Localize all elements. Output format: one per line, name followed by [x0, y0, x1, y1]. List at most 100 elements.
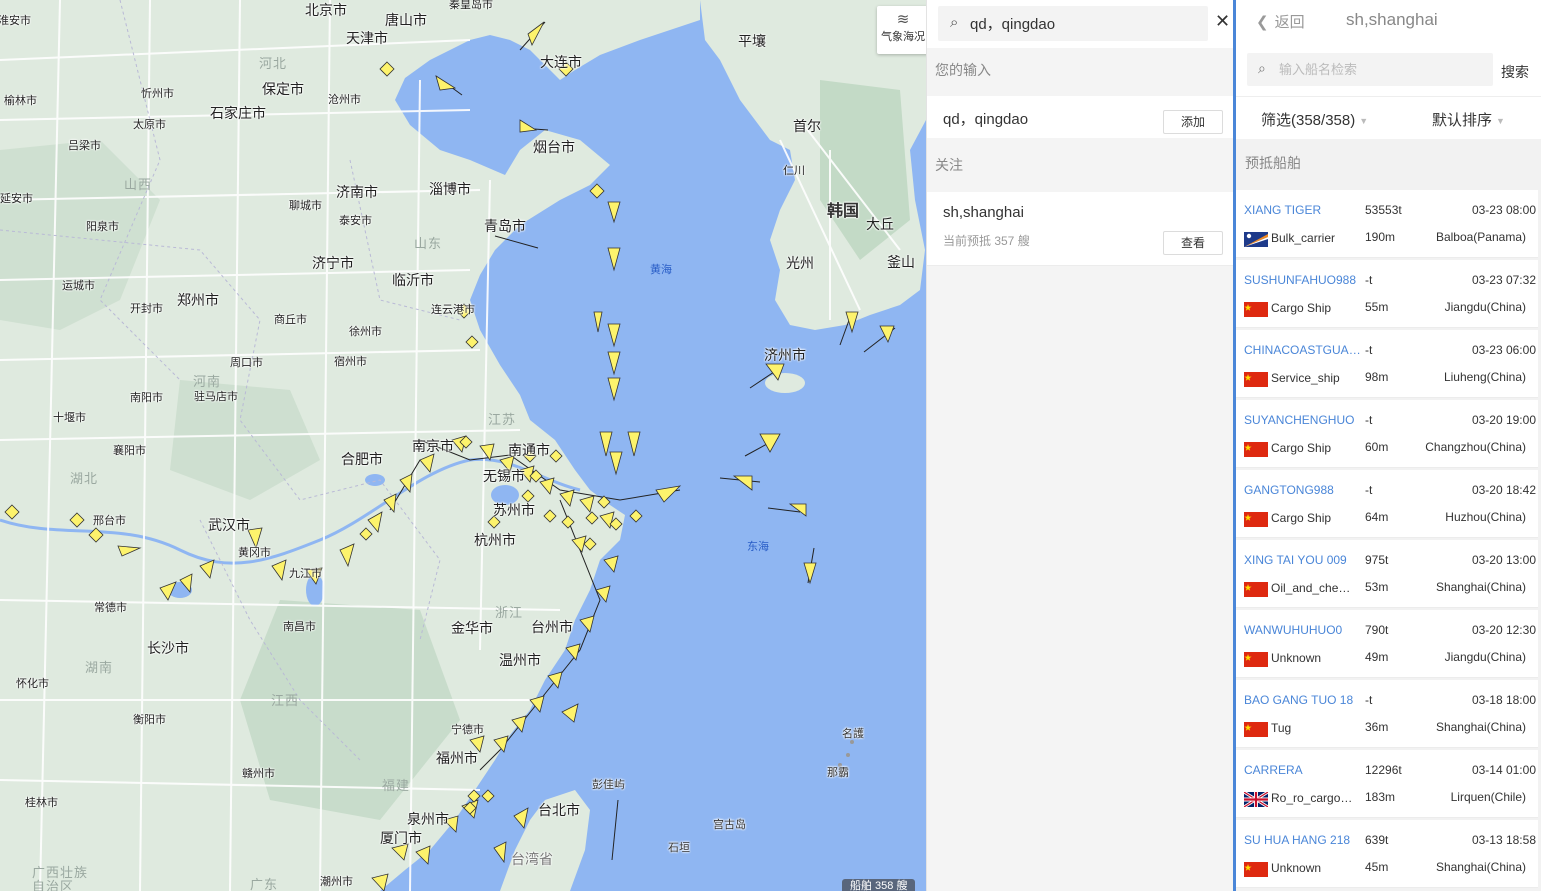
- map-label-city: 泰安市: [339, 215, 372, 227]
- follow-item-card[interactable]: sh,shanghai 当前预抵 357 艘 查看: [927, 192, 1234, 266]
- ship-name-link[interactable]: XING TAI YOU 009: [1244, 553, 1362, 567]
- back-button[interactable]: ❮ 返回: [1256, 11, 1305, 32]
- ship-search-input[interactable]: [1279, 53, 1489, 86]
- ship-eta: 03-23 08:00: [1471, 203, 1536, 217]
- map-label-city: 衡阳市: [133, 714, 166, 726]
- ship-eta: 03-20 12:30: [1471, 623, 1536, 637]
- ship-type: Oil_and_chemical: [1271, 581, 1359, 595]
- ship-row[interactable]: GANGTONG988 -t 03-20 18:42 Cargo Ship 64m Huz…: [1236, 470, 1538, 538]
- map-label-city: 九江市: [289, 568, 322, 580]
- china-flag-icon: [1244, 652, 1268, 667]
- back-label: 返回: [1274, 14, 1305, 31]
- ship-row[interactable]: WANWUHUHUO0 790t 03-20 12:30 Unknown 49m Jian…: [1236, 610, 1538, 678]
- ship-name-link[interactable]: SU HUA HANG 218: [1244, 833, 1362, 847]
- ship-eta: 03-20 13:00: [1471, 553, 1536, 567]
- map-label-city: 杭州市: [474, 532, 516, 548]
- port-search-box[interactable]: ⌕: [938, 6, 1208, 41]
- filter-label: 筛选(358/358): [1261, 112, 1356, 129]
- map-label-city: 桂林市: [25, 797, 58, 809]
- ship-eta: 03-20 18:42: [1471, 483, 1536, 497]
- map-label-province: 浙江: [495, 605, 524, 620]
- map-view[interactable]: 韩国 黄海 东海 河北 山西 山东 江苏 河南 湖北 湖南 江西 浙江 福建 广…: [0, 0, 926, 891]
- ship-name-link[interactable]: GANGTONG988: [1244, 483, 1362, 497]
- ship-count-badge: 船舶 358 艘: [842, 879, 916, 891]
- ship-name-link[interactable]: WANWUHUHUO0: [1244, 623, 1362, 637]
- ship-row[interactable]: SU HUA HANG 218 639t 03-13 18:58 Unknown 45m…: [1236, 820, 1538, 888]
- your-input-heading: 您的输入: [935, 62, 991, 78]
- china-flag-icon: [1244, 512, 1268, 527]
- map-label-city: 长沙市: [147, 640, 189, 656]
- map-label-city: 邢台市: [93, 515, 126, 527]
- ship-last-port: Lirquen(Chile): [1450, 790, 1526, 804]
- weather-button[interactable]: ≋ 气象海况: [877, 6, 926, 54]
- ship-last-port: Liuheng(China): [1443, 370, 1526, 384]
- sort-dropdown[interactable]: 默认排序 ▼: [1432, 109, 1505, 130]
- map-label-city: 阳泉市: [86, 221, 119, 233]
- ship-last-port: Shanghai(China): [1435, 720, 1526, 734]
- map-label-city: 十堰市: [53, 412, 86, 424]
- search-button[interactable]: 搜索: [1501, 62, 1529, 82]
- map-label-city: 郑州市: [177, 292, 219, 308]
- map-label-city: 宫古岛: [713, 819, 746, 831]
- ship-name-link[interactable]: BAO GANG TUO 18: [1244, 693, 1362, 707]
- filter-bar: 筛选(358/358) ▼ 默认排序 ▼: [1236, 96, 1541, 139]
- caret-down-icon: ▼: [1496, 116, 1505, 127]
- map-label-city: 仁川: [783, 165, 805, 177]
- ship-row[interactable]: CHINACOASTGUARD -t 03-23 06:00 Service_ship…: [1236, 330, 1538, 398]
- map-label-city: 聊城市: [289, 200, 322, 212]
- map-label-city: 南通市: [508, 442, 550, 458]
- map-label-city: 厦门市: [380, 830, 422, 846]
- view-button[interactable]: 查看: [1163, 231, 1223, 255]
- map-label-city: 忻州市: [141, 88, 174, 100]
- close-icon[interactable]: ✕: [1215, 11, 1230, 32]
- ship-last-port: Jiangdu(China): [1444, 300, 1526, 314]
- map-label-province: 广西壮族自治区: [32, 865, 89, 891]
- land-northeast: [470, 0, 700, 80]
- ship-search-box[interactable]: ⌕: [1247, 53, 1493, 86]
- ship-type: Service_ship: [1271, 371, 1340, 385]
- ship-name-link[interactable]: SUSHUNFAHUO988: [1244, 273, 1362, 287]
- port-search-input[interactable]: [970, 6, 1202, 41]
- map-label-city: 北京市: [305, 2, 347, 18]
- ship-length: 64m: [1365, 510, 1389, 524]
- ship-eta: 03-23 06:00: [1471, 343, 1536, 357]
- map-label-city: 潮州市: [320, 876, 353, 888]
- ship-eta: 03-20 19:00: [1471, 413, 1536, 427]
- ship-dwt: -t: [1365, 483, 1373, 497]
- sort-label: 默认排序: [1432, 112, 1493, 129]
- ship-row[interactable]: SUSHUNFAHUO988 -t 03-23 07:32 Cargo Ship 55m…: [1236, 260, 1538, 328]
- map-label-city: 宿州市: [334, 356, 367, 368]
- ship-row[interactable]: SUYANCHENGHUO -t 03-20 19:00 Cargo Ship 60m C…: [1236, 400, 1538, 468]
- ship-list: XIANG TIGER 53553t 03-23 08:00 Bulk_carrier…: [1236, 190, 1541, 890]
- ship-row[interactable]: XIANG TIGER 53553t 03-23 08:00 Bulk_carrier…: [1236, 190, 1538, 258]
- map-label-city: 秦皇岛市: [449, 0, 493, 11]
- ship-row[interactable]: XING TAI YOU 009 975t 03-20 13:00 Oil_and_c…: [1236, 540, 1538, 608]
- ship-eta: 03-13 18:58: [1471, 833, 1536, 847]
- map-label-city: 温州市: [499, 652, 541, 668]
- map-label-east-china-sea: 东海: [747, 541, 769, 553]
- ship-last-port: Shanghai(China): [1435, 860, 1526, 874]
- ship-last-port: Changzhou(China): [1425, 440, 1526, 454]
- ship-name-link[interactable]: CHINACOASTGUARD: [1244, 343, 1362, 357]
- map-label-city: 驻马店市: [194, 391, 238, 403]
- ship-row[interactable]: BAO GANG TUO 18 -t 03-18 18:00 Tug 36m Shangh…: [1236, 680, 1538, 748]
- ship-name-link[interactable]: XIANG TIGER: [1244, 203, 1362, 217]
- ship-row[interactable]: CARRERA12296t 03-14 01:00 Ro_ro_cargo_ship…: [1236, 750, 1538, 818]
- ship-name-link[interactable]: CARRERA: [1244, 763, 1362, 777]
- map-label-city: 武汉市: [208, 517, 250, 533]
- ship-type: Bulk_carrier: [1271, 231, 1336, 245]
- map-label-city: 淄博市: [429, 181, 471, 197]
- map-label-province: 河北: [259, 56, 288, 71]
- ship-dwt: 12296t: [1365, 763, 1402, 777]
- ship-name-link[interactable]: SUYANCHENGHUO: [1244, 413, 1362, 427]
- ship-search-row: ⌕ 搜索: [1236, 42, 1541, 96]
- add-button[interactable]: 添加: [1163, 110, 1223, 134]
- map-label-city: 徐州市: [349, 326, 382, 338]
- ship-length: 190m: [1365, 230, 1396, 244]
- filter-dropdown[interactable]: 筛选(358/358) ▼: [1261, 109, 1368, 130]
- map-label-city: 吕梁市: [68, 140, 101, 152]
- map-label-province: 江苏: [488, 412, 517, 427]
- uk-flag-icon: [1244, 792, 1268, 807]
- map-label-city: 台北市: [538, 802, 580, 818]
- map-label-city: 延安市: [0, 193, 33, 205]
